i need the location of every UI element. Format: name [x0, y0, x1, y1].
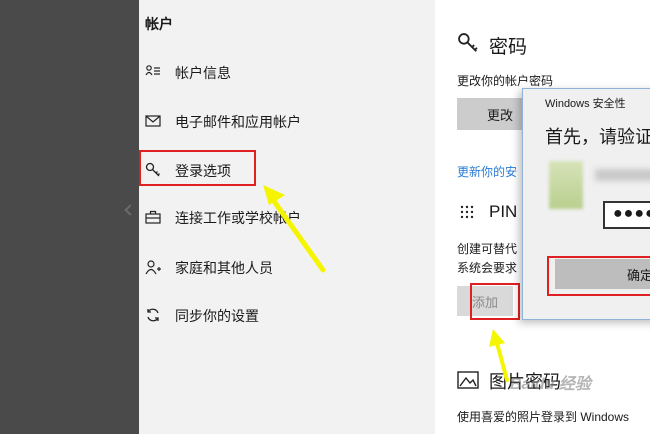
password-description: 更改你的帐户密码	[457, 74, 554, 88]
pin-description-line1: 创建可替代	[457, 242, 518, 256]
dialog-heading: 首先，请验证	[545, 127, 650, 147]
sidebar-item-label: 同步你的设置	[175, 308, 259, 324]
sidebar-item-label: 电子邮件和应用帐户	[175, 114, 301, 130]
sync-icon	[147, 308, 159, 322]
picture-password-description: 使用喜爱的照片登录到 Windows	[457, 410, 630, 424]
watermark: Baidu 经验	[510, 376, 591, 393]
picture-icon	[457, 371, 479, 389]
sidebar-item-account-info[interactable]: 帐户信息	[139, 57, 435, 87]
dialog-window-title: Windows 安全性	[545, 98, 626, 110]
update-security-link[interactable]: 更新你的安	[457, 163, 517, 180]
background-panel	[0, 0, 139, 434]
avatar	[549, 161, 583, 209]
ok-button-highlight	[547, 256, 650, 296]
password-title: 密码	[489, 37, 528, 58]
pin-input[interactable]: ●●●●●	[603, 201, 650, 229]
person-card-icon	[145, 65, 160, 76]
pin-title: PIN	[489, 202, 518, 221]
sign-in-options-highlight	[139, 150, 256, 186]
person-add-icon	[145, 260, 161, 275]
annotation-arrow-icon	[263, 185, 326, 273]
sidebar-item-sync[interactable]: 同步你的设置	[139, 300, 435, 330]
pin-description-line2: 系统会要求	[457, 261, 518, 275]
sidebar-item-email[interactable]: 电子邮件和应用帐户	[139, 106, 435, 136]
mail-icon	[145, 115, 161, 127]
briefcase-icon	[145, 210, 161, 224]
sidebar-item-label: 帐户信息	[175, 65, 231, 81]
sidebar-title: 帐户	[145, 16, 173, 32]
add-pin-highlight	[470, 283, 520, 320]
keypad-icon	[460, 205, 474, 219]
key-icon	[458, 33, 478, 52]
chevron-left-icon	[124, 204, 136, 216]
account-name-blurred	[595, 169, 650, 181]
